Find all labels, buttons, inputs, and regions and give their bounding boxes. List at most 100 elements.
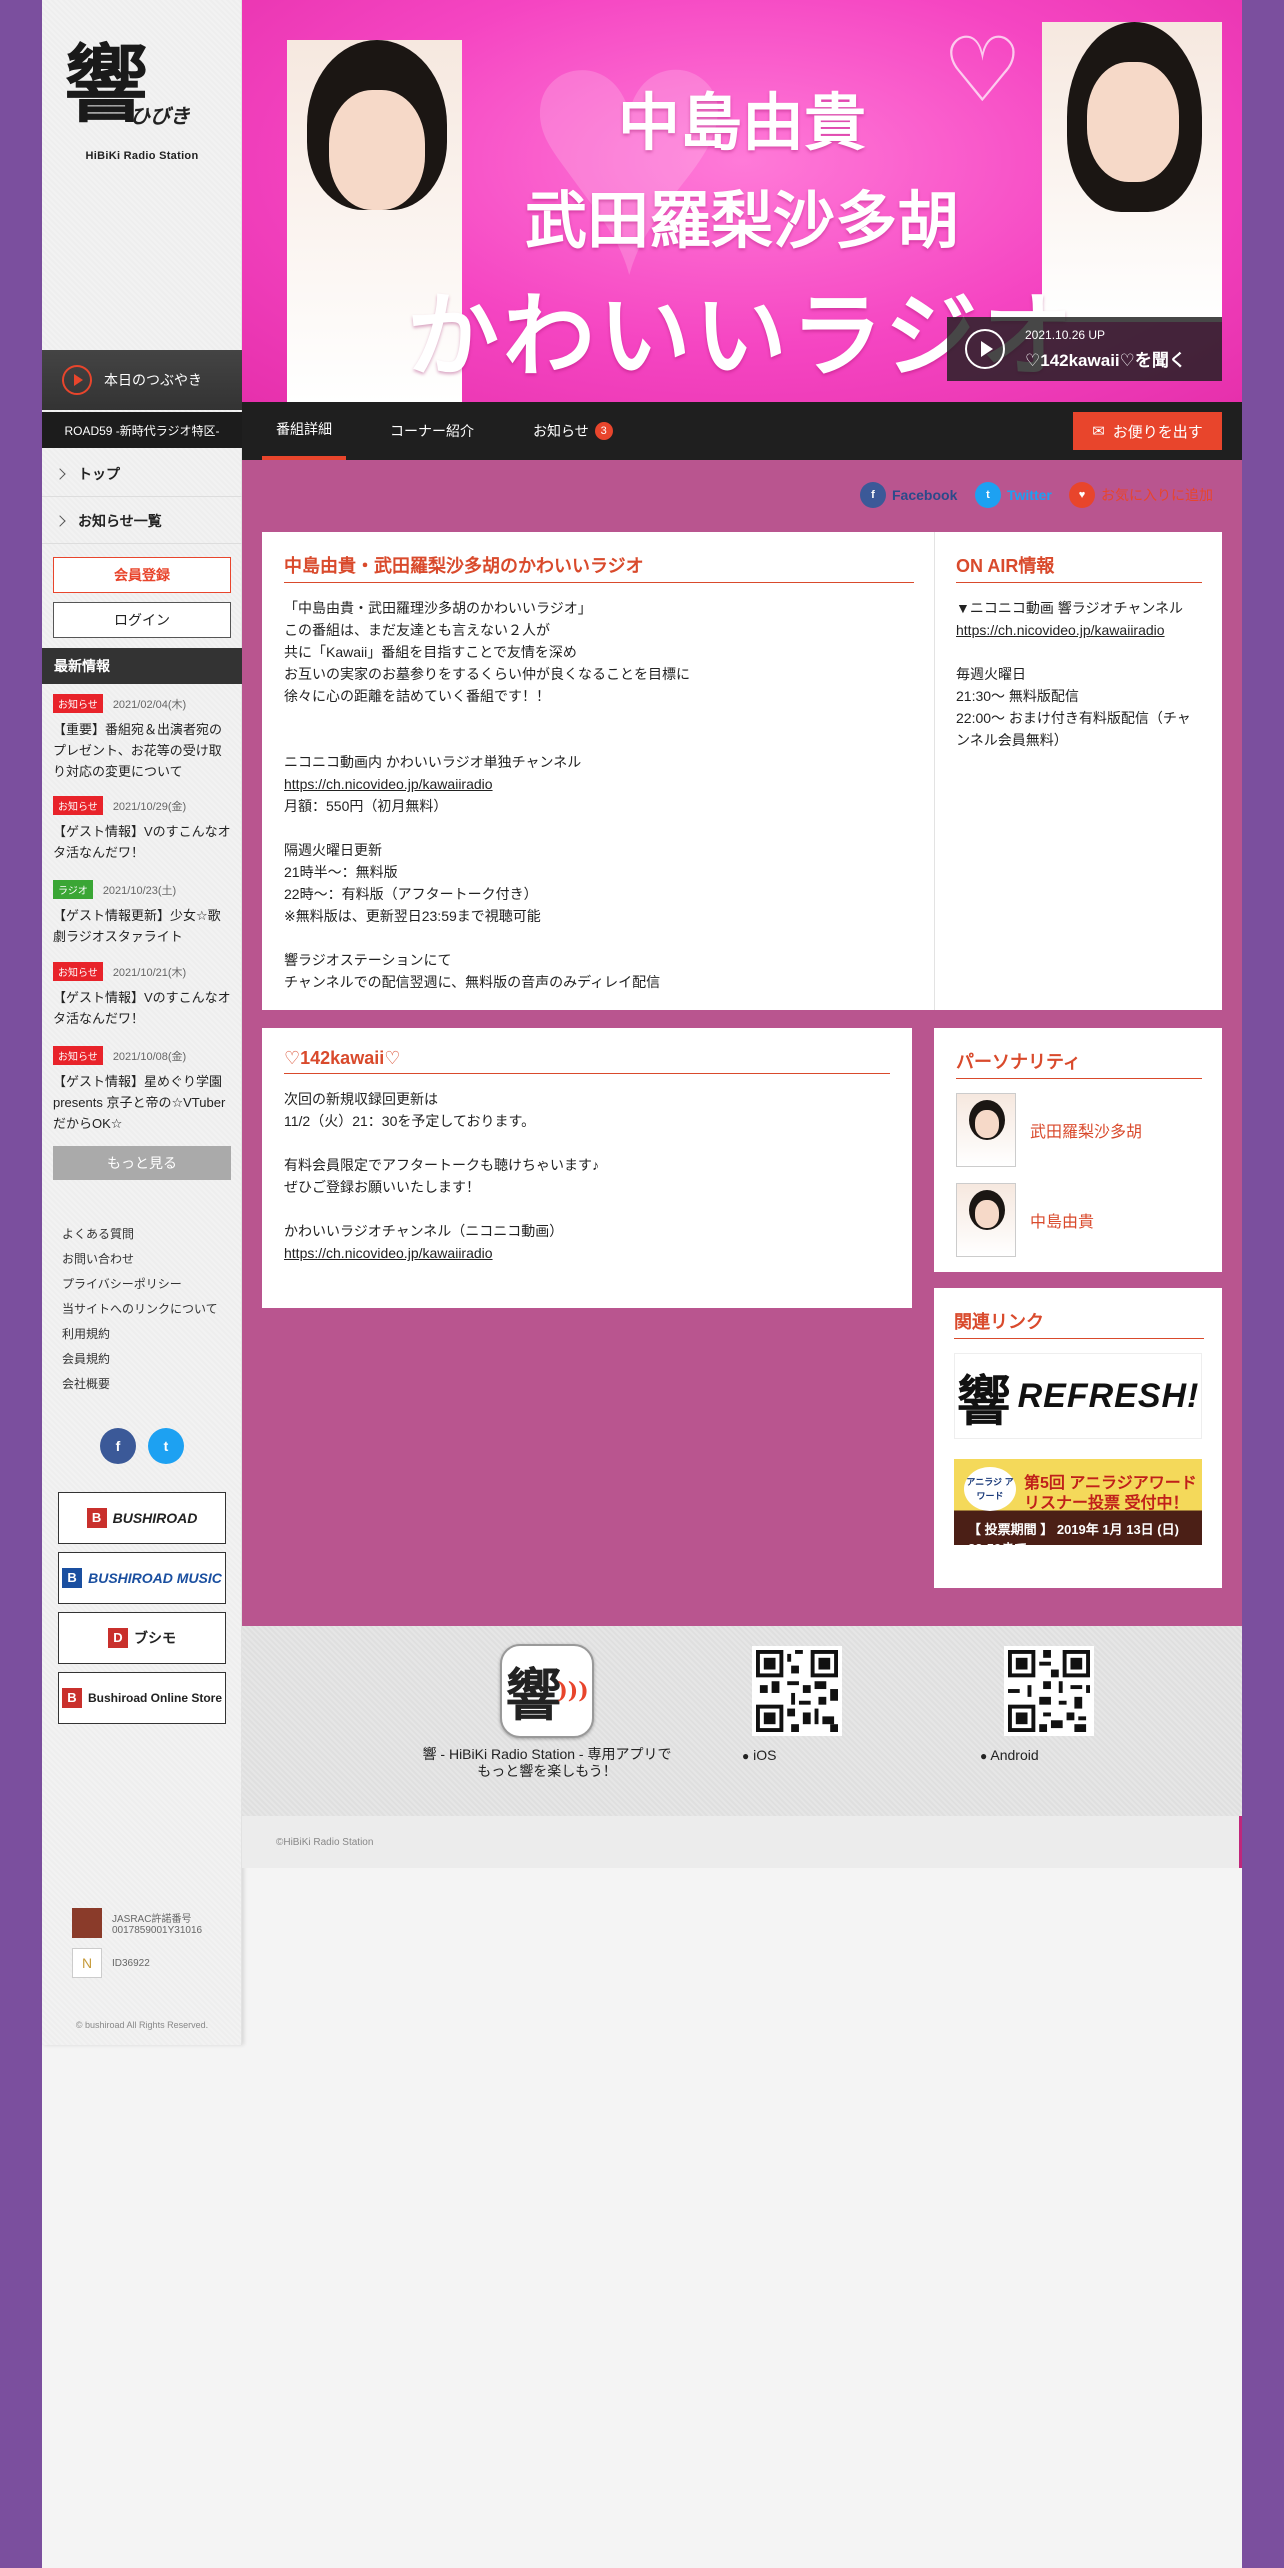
footer-link-faq[interactable]: よくある質問	[62, 1222, 218, 1247]
news-title: 【ゲスト情報】星めぐり学園presents 京子と帝の☆VTuberだからOK☆	[53, 1074, 226, 1131]
onair-channel-link[interactable]: https://ch.nicovideo.jp/kawaiiradio	[956, 622, 1165, 638]
personality-name: 中島由貴	[1030, 1214, 1095, 1231]
news-tag: お知らせ	[53, 796, 103, 815]
news-date: 2021/10/08(金)	[112, 1050, 187, 1063]
banner-label: Bushiroad Online Store	[87, 1691, 222, 1705]
sidebar: 響 ひびき HiBiKi Radio Station 本日のつぶやき ROAD5…	[42, 0, 242, 2045]
news-title: 【重要】番組宛＆出演者宛のプレゼント、お花等の受け取り対応の変更について	[53, 722, 223, 779]
send-letter-button[interactable]: ✉ お便りを出す	[1073, 412, 1222, 450]
news-item[interactable]: お知らせ 2021/10/29(金) 【ゲスト情報】Vのすこんなオタ活なんだワ！	[53, 796, 233, 863]
anisong-line3: 【 投票期間 】 2019年 1月 13日 (日) 23:59まで	[968, 1522, 1179, 1556]
anisong-line2: リスナー投票 受付中！	[1024, 1495, 1189, 1512]
banner-label: BUSHIROAD	[112, 1510, 198, 1526]
share-facebook[interactable]: f Facebook	[860, 482, 957, 508]
news-date: 2021/10/23(土)	[102, 884, 177, 897]
refresh-label: REFRESH!	[1017, 1376, 1200, 1415]
login-button[interactable]: ログイン	[53, 602, 231, 638]
nextone-logo-icon: N	[72, 1948, 102, 1978]
news-count-badge: 3	[594, 422, 613, 440]
news-item[interactable]: お知らせ 2021/02/04(木) 【重要】番組宛＆出演者宛のプレゼント、お花等…	[53, 694, 233, 782]
ios-download-link[interactable]: ● iOS	[742, 1747, 776, 1763]
footer-link-linking[interactable]: 当サイトへのリンクについて	[62, 1297, 218, 1322]
app-download-section: 響))) 響 - HiBiKi Radio Station - 専用アプリで も…	[242, 1626, 1242, 1816]
road59-link[interactable]: ROAD59 -新時代ラジオ特区-	[42, 412, 242, 448]
bushimo-banner[interactable]: D ブシモ	[58, 1612, 226, 1664]
ios-qr-code	[752, 1646, 842, 1736]
sidebar-item-label: お知らせ一覧	[78, 512, 162, 529]
news-item[interactable]: お知らせ 2021/10/08(金) 【ゲスト情報】星めぐり学園presents …	[53, 1046, 233, 1134]
listen-button[interactable]: 2021.10.26 UP ♡142kawaii♡を聞く	[947, 317, 1222, 381]
episode-date: 2021.10.26 UP	[1025, 327, 1106, 342]
onair-body: 毎週火曜日 21:30～ 無料版配信 22:00～ おまけ付き有料版配信（チャン…	[956, 666, 1191, 748]
news-date: 2021/10/29(金)	[112, 800, 187, 813]
twitter-icon[interactable]: t	[148, 1428, 184, 1464]
personality-item[interactable]: 中島由貴	[956, 1183, 1202, 1257]
logo-subtitle: HiBiKi Radio Station	[85, 150, 199, 162]
sidebar-copyright: © bushiroad All Rights Reserved.	[75, 2020, 209, 2030]
tab-program-details[interactable]: 番組詳細	[262, 402, 346, 460]
hero-banner: ♥ ♡ 中島由貴 武田羅梨沙多胡 かわいいラジオ 2021.10.26 UP ♡…	[242, 0, 1242, 402]
radio-signal-icon: )))	[557, 1678, 589, 1704]
add-favorite[interactable]: ♥ お気に入りに追加	[1069, 482, 1213, 508]
footer-link-company[interactable]: 会社概要	[62, 1372, 218, 1397]
related-links-card: 関連リンク 響 REFRESH! アニラジ アワード 第5回 アニラジアワード …	[934, 1288, 1222, 1588]
news-heading: 最新情報	[42, 648, 242, 684]
news-date: 2021/02/04(木)	[112, 698, 187, 711]
tab-label: 番組詳細	[276, 421, 332, 437]
footer-link-privacy[interactable]: プライバシーポリシー	[62, 1272, 218, 1297]
refresh-kanji: 響	[956, 1368, 1012, 1433]
episode-title: ♡142kawaii♡	[284, 1048, 890, 1074]
program-body-1: 「中島由貴・武田羅理沙多胡のかわいいラジオ」 この番組は、まだ友達とも言えない２…	[284, 600, 690, 770]
bushiroad-music-banner[interactable]: B BUSHIROAD MUSIC	[58, 1552, 226, 1604]
hibiki-app-icon[interactable]: 響)))	[500, 1644, 594, 1738]
episode-card: ♡142kawaii♡ 次回の新規収録回更新は 11/2（火）21：30を予定し…	[262, 1028, 912, 1308]
bushiroad-music-logo-icon: B	[62, 1568, 83, 1588]
chevron-right-icon	[54, 514, 66, 527]
add-favorite-label: お気に入りに追加	[1101, 487, 1213, 503]
register-button[interactable]: 会員登録	[53, 557, 231, 593]
hibiki-refresh-banner[interactable]: 響 REFRESH!	[954, 1353, 1202, 1439]
episode-channel-link[interactable]: https://ch.nicovideo.jp/kawaiiradio	[284, 1245, 493, 1261]
hero-line1: 中島由貴	[617, 86, 866, 159]
bushiroad-banner[interactable]: B BUSHIROAD	[58, 1492, 226, 1544]
tab-label: お知らせ	[533, 423, 589, 439]
tsubuyaki-button[interactable]: 本日のつぶやき	[42, 350, 242, 410]
play-icon	[965, 329, 1005, 369]
personality-item[interactable]: 武田羅梨沙多胡	[956, 1093, 1202, 1167]
footer-link-member-terms[interactable]: 会員規約	[62, 1347, 218, 1372]
program-title: 中島由貴・武田羅梨沙多胡のかわいいラジオ	[284, 552, 914, 583]
news-tag: お知らせ	[53, 694, 103, 713]
tab-news[interactable]: お知らせ 3	[533, 402, 613, 460]
more-button[interactable]: もっと見る	[53, 1146, 231, 1180]
sidebar-item-news-list[interactable]: お知らせ一覧	[42, 498, 242, 544]
banner-label: BUSHIROAD MUSIC	[88, 1570, 222, 1586]
android-qr-code	[1004, 1646, 1094, 1736]
news-item[interactable]: お知らせ 2021/10/21(木) 【ゲスト情報】Vのすこんなオタ活なんだワ！	[53, 962, 233, 1029]
anisong-award-banner[interactable]: アニラジ アワード 第5回 アニラジアワード リスナー投票 受付中！ 【 投票期…	[954, 1459, 1202, 1556]
tsubuyaki-label: 本日のつぶやき	[104, 372, 202, 388]
jasrac-label: JASRAC許諾番号	[112, 1914, 192, 1925]
android-download-link[interactable]: ● Android	[980, 1747, 1039, 1763]
android-label: Android	[990, 1747, 1039, 1763]
footer-link-contact[interactable]: お問い合わせ	[62, 1247, 218, 1272]
share-twitter[interactable]: t Twitter	[975, 482, 1052, 508]
shopping-bag-icon: B	[61, 1688, 82, 1708]
news-title: 【ゲスト情報】Vのすこんなオタ活なんだワ！	[53, 824, 231, 860]
nicovideo-channel-link[interactable]: https://ch.nicovideo.jp/kawaiiradio	[284, 776, 493, 792]
program-card: 中島由貴・武田羅梨沙多胡のかわいいラジオ 「中島由貴・武田羅理沙多胡のかわいいラ…	[262, 532, 1222, 1010]
logo-script: ひびき	[130, 104, 190, 128]
program-tabs: 番組詳細 コーナー紹介 お知らせ 3 ✉ お便りを出す	[242, 402, 1242, 460]
bushiroad-store-banner[interactable]: B Bushiroad Online Store	[58, 1672, 226, 1724]
tab-corners[interactable]: コーナー紹介	[390, 402, 474, 460]
facebook-icon[interactable]: f	[100, 1428, 136, 1464]
news-item[interactable]: ラジオ 2021/10/23(土) 【ゲスト情報更新】少女☆歌劇ラジオスタァライト	[53, 880, 233, 947]
jasrac-logo-icon	[72, 1908, 102, 1938]
sidebar-item-top[interactable]: トップ	[42, 451, 242, 497]
site-logo[interactable]: 響 ひびき HiBiKi Radio Station	[42, 0, 242, 350]
news-title: 【ゲスト情報】Vのすこんなオタ活なんだワ！	[53, 990, 231, 1026]
footer-link-terms[interactable]: 利用規約	[62, 1322, 218, 1347]
sidebar-social: f t	[100, 1428, 184, 1464]
bushimo-logo-icon: D	[108, 1628, 128, 1648]
footer-copyright: ©HiBiKi Radio Station	[242, 1816, 1242, 1868]
personality-thumbnail	[956, 1183, 1016, 1257]
